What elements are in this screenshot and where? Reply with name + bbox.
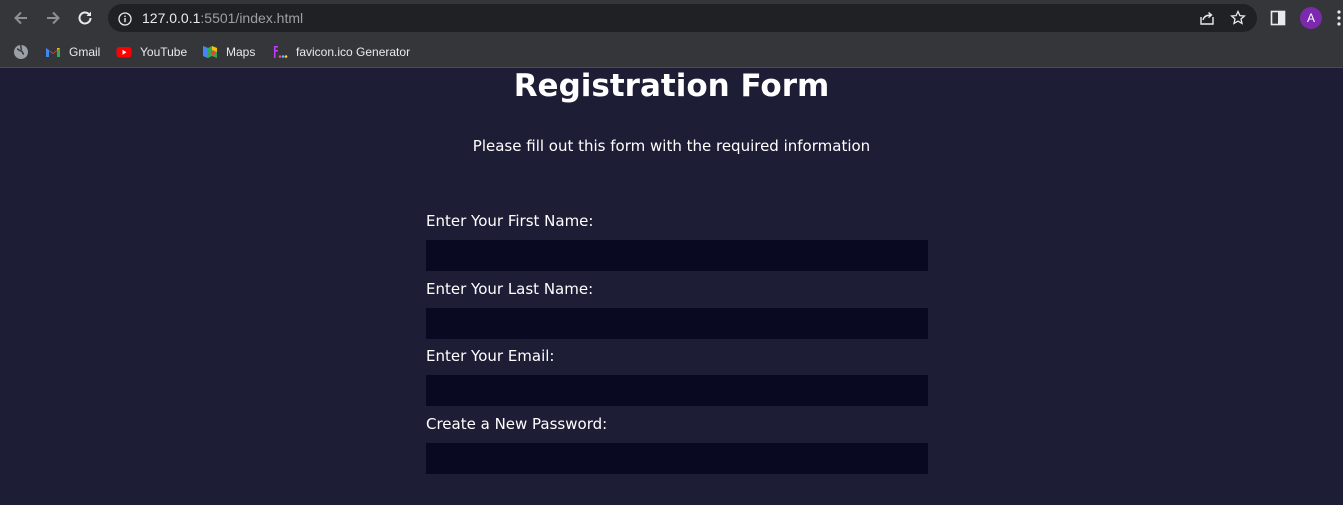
password-label: Create a New Password: <box>426 415 608 433</box>
bookmarks-bar: Gmail YouTube Maps favicon.ico Generator <box>0 36 1343 68</box>
last-name-field[interactable] <box>426 308 928 339</box>
profile-avatar[interactable]: A <box>1300 7 1322 29</box>
share-icon[interactable] <box>1199 10 1215 26</box>
email-field[interactable] <box>426 375 928 406</box>
bookmark-favicon-generator[interactable]: favicon.ico Generator <box>272 42 410 62</box>
password-field[interactable] <box>426 443 928 474</box>
first-name-field[interactable] <box>426 240 928 271</box>
bookmark-label: favicon.ico Generator <box>296 45 411 59</box>
bookmark-youtube[interactable]: YouTube <box>116 42 187 62</box>
last-name-label: Enter Your Last Name: <box>426 280 594 298</box>
gmail-icon <box>45 44 61 60</box>
bookmark-label: Maps <box>226 45 256 59</box>
bookmark-label: Gmail <box>69 45 101 59</box>
kebab-menu-icon[interactable] <box>1335 9 1343 27</box>
side-panel-icon[interactable] <box>1270 10 1286 26</box>
back-arrow-icon[interactable] <box>9 6 33 30</box>
youtube-icon <box>116 44 132 60</box>
url-host: 127.0.0.1 <box>142 10 201 26</box>
bookmark-maps[interactable]: Maps <box>202 42 255 62</box>
bookmark-star-icon[interactable] <box>1230 10 1246 26</box>
site-info-icon[interactable] <box>118 11 132 26</box>
bookmark-gmail[interactable]: Gmail <box>45 42 100 62</box>
favicon-generator-icon <box>272 44 288 60</box>
url-path: :5501/index.html <box>200 10 304 26</box>
browser-toolbar: 127.0.0.1:5501/index.html A <box>0 0 1343 36</box>
page-content: Registration Form Please fill out this f… <box>0 69 1343 505</box>
maps-icon <box>202 44 218 60</box>
page-title: Registration Form <box>513 68 830 104</box>
email-label: Enter Your Email: <box>426 347 555 365</box>
page-subtitle: Please fill out this form with the requi… <box>472 137 871 155</box>
first-name-label: Enter Your First Name: <box>426 212 594 230</box>
bookmark-label: YouTube <box>140 45 188 59</box>
url-text[interactable]: 127.0.0.1:5501/index.html <box>142 10 303 26</box>
reload-icon[interactable] <box>73 6 97 30</box>
forward-arrow-icon[interactable] <box>41 6 65 30</box>
globe-icon[interactable] <box>12 43 30 61</box>
address-bar[interactable]: 127.0.0.1:5501/index.html <box>108 4 1257 32</box>
